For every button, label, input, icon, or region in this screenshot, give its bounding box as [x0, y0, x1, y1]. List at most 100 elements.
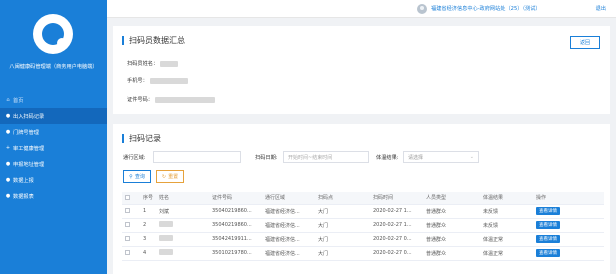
column-header: 扫码点: [315, 192, 370, 205]
cell-type: 普通群众: [423, 232, 480, 247]
view-detail-button[interactable]: 查看详情: [536, 249, 560, 257]
id-value: [154, 96, 215, 103]
address-icon: ●: [5, 161, 11, 167]
phone-label: 手机号：: [127, 78, 148, 84]
date-range-input[interactable]: 开始时间~结束时间: [283, 151, 369, 163]
cell-id: 35042419911...: [209, 232, 262, 247]
table-row: 4 35010219780... 福建省经济信... 大门 2020-02-27 0..…: [122, 246, 604, 261]
summary-card: 扫码员数据汇总 返回 扫码员姓名： 手机号： 证件号码：: [113, 26, 610, 114]
chevron-down-icon: ⌄: [469, 154, 474, 160]
reset-button[interactable]: ↻ 重置: [156, 170, 184, 183]
cell-temp: 未反馈: [480, 218, 533, 233]
list-icon: ●: [5, 113, 11, 119]
row-checkbox[interactable]: [125, 236, 130, 241]
temp-select-value: 请选择: [408, 154, 424, 161]
phone-value: [149, 77, 188, 84]
cell-name: 刘斌: [156, 204, 209, 219]
region-label: 通行区域:: [123, 155, 146, 161]
region-input[interactable]: [153, 151, 241, 163]
temp-label: 体温结果:: [376, 155, 399, 161]
column-header: 体温结果: [480, 192, 533, 205]
temp-select[interactable]: 请选择 ⌄: [403, 151, 479, 163]
name-redacted: [159, 235, 173, 241]
row-checkbox[interactable]: [125, 250, 130, 255]
column-header: 操作: [533, 192, 604, 205]
column-header: 扫码时间: [370, 192, 423, 205]
cell-no: 1: [140, 204, 156, 219]
table-header-row: 序号 姓名 证件号码 通行区域 扫码点 扫码时间 人员类型 体温结果 操作: [122, 192, 604, 205]
view-detail-button[interactable]: 查看详情: [536, 207, 560, 215]
cell-temp: 未反馈: [480, 204, 533, 219]
sidebar-item-4[interactable]: + 审工健康管理: [0, 140, 107, 156]
query-label: 查询: [134, 174, 145, 180]
cell-point: 大门: [315, 218, 370, 233]
cell-name: [156, 246, 209, 261]
cell-time: 2020-02-27 1...: [370, 204, 423, 219]
sidebar-item-5[interactable]: ● 申报地址管理: [0, 156, 107, 172]
column-header: 通行区域: [262, 192, 315, 205]
column-header: 人员类型: [423, 192, 480, 205]
cell-type: 普通群众: [423, 246, 480, 261]
view-detail-button[interactable]: 查看详情: [536, 221, 560, 229]
logo-area: 八闽健康码管理端（商务用户电脑端）: [0, 0, 107, 90]
column-header: 序号: [140, 192, 156, 205]
scanner-name-value: [160, 60, 179, 67]
row-checkbox[interactable]: [125, 222, 130, 227]
cell-region: 福建省经济信...: [262, 232, 315, 247]
report-icon: ●: [5, 193, 11, 199]
cell-name: [156, 218, 209, 233]
query-button[interactable]: ⚲ 查询: [123, 170, 151, 183]
table-row: 2 35040219860... 福建省经济信... 大门 2020-02-27 1..…: [122, 218, 604, 233]
select-all-header[interactable]: [122, 192, 140, 205]
cell-temp: 体温正常: [480, 232, 533, 247]
cell-id: 35010219780...: [209, 246, 262, 261]
doorplate-icon: ●: [5, 129, 11, 135]
sidebar-item-label: 出入扫码记录: [13, 113, 45, 120]
app: 八闽健康码管理端（商务用户电脑端） ⌂ 首页 ● 出入扫码记录 ● 门牌号管理 + 审工健康管…: [0, 0, 616, 274]
name-redacted: [159, 249, 173, 255]
cell-action: 查看详情: [533, 204, 604, 219]
logo-icon: [33, 14, 73, 54]
sidebar-item-1[interactable]: ⌂ 首页: [0, 92, 107, 108]
logout-link[interactable]: 退出: [596, 5, 606, 12]
cell-region: 福建省经济信...: [262, 246, 315, 261]
user-info[interactable]: 福建省经济信息中心-政府网站处（25）（测试）: [431, 5, 541, 12]
table-row: 3 35042419911... 福建省经济信... 大门 2020-02-27 0..…: [122, 232, 604, 247]
home-icon: ⌂: [6, 97, 10, 103]
sidebar-item-2[interactable]: ● 出入扫码记录: [0, 108, 107, 124]
scanner-name-label: 扫码员姓名：: [127, 61, 159, 67]
view-detail-button[interactable]: 查看详情: [536, 235, 560, 243]
column-header: 姓名: [156, 192, 209, 205]
cell-time: 2020-02-27 0...: [370, 246, 423, 261]
sidebar-item-label: 申报地址管理: [13, 161, 45, 168]
select-all-checkbox[interactable]: [125, 194, 130, 200]
sidebar: 八闽健康码管理端（商务用户电脑端） ⌂ 首页 ● 出入扫码记录 ● 门牌号管理 + 审工健康管…: [0, 0, 107, 274]
cell-region: 福建省经济信...: [262, 218, 315, 233]
sidebar-item-3[interactable]: ● 门牌号管理: [0, 124, 107, 140]
cell-time: 2020-02-27 1...: [370, 218, 423, 233]
table-row: 1 刘斌 35040219860... 福建省经济信... 大门 2020-02-27 1…: [122, 204, 604, 219]
cell-point: 大门: [315, 204, 370, 219]
back-button[interactable]: 返回: [570, 36, 600, 49]
cell-id: 35040219860...: [209, 204, 262, 219]
refresh-icon: ↻: [161, 173, 167, 180]
scanner-name-row: 扫码员姓名：: [127, 60, 179, 67]
cell-id: 35040219860...: [209, 218, 262, 233]
cell-no: 2: [140, 218, 156, 233]
sidebar-item-6[interactable]: ● 数据上报: [0, 172, 107, 188]
sidebar-item-label: 数据报表: [13, 193, 34, 200]
cell-time: 2020-02-27 0...: [370, 232, 423, 247]
sidebar-item-label: 审工健康管理: [13, 145, 45, 152]
cell-type: 普通群众: [423, 218, 480, 233]
row-checkbox[interactable]: [125, 208, 130, 213]
search-icon: ⚲: [129, 173, 133, 180]
records-title: 扫码记录: [122, 134, 161, 143]
cell-type: 普通群众: [423, 204, 480, 219]
summary-title: 扫码员数据汇总: [122, 36, 185, 45]
cell-name: [156, 232, 209, 247]
sidebar-item-7[interactable]: ● 数据报表: [0, 188, 107, 204]
row-select-cell: [122, 218, 140, 233]
avatar[interactable]: [417, 4, 427, 14]
upload-icon: ●: [5, 177, 11, 183]
column-header: 证件号码: [209, 192, 262, 205]
